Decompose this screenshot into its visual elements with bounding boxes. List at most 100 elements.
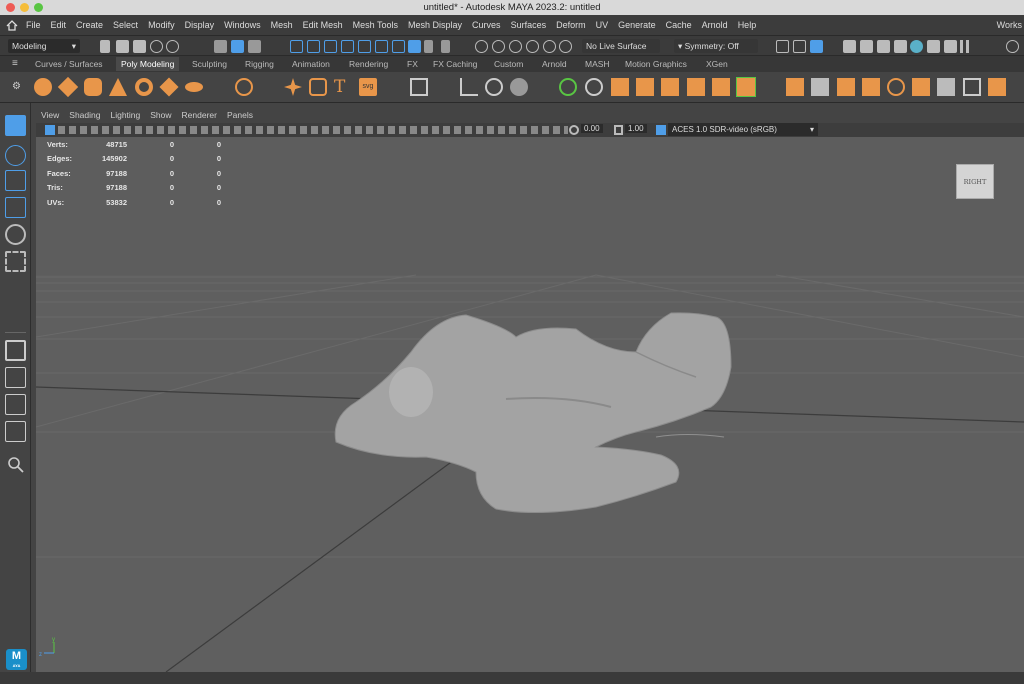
render-view-icon[interactable] xyxy=(776,40,789,53)
paint-select-icon[interactable] xyxy=(5,170,26,191)
gamma-field[interactable]: 0.00 xyxy=(581,124,603,133)
snap-surface-icon[interactable] xyxy=(358,40,371,53)
multi-cut-icon[interactable] xyxy=(862,78,880,96)
retopologize-icon[interactable] xyxy=(736,77,756,97)
tab-motion-graphics[interactable]: Motion Graphics xyxy=(625,59,687,69)
render-globe-icon[interactable] xyxy=(910,40,923,53)
type-tool-icon[interactable]: T xyxy=(334,78,352,96)
shelf-menu-icon[interactable]: ≡ xyxy=(12,58,18,69)
snap-curve-icon[interactable] xyxy=(307,40,320,53)
arnold-render-icon[interactable] xyxy=(927,40,940,53)
boolean-difference-icon[interactable] xyxy=(636,78,654,96)
help-line-icon[interactable] xyxy=(408,40,421,53)
snap-center-icon[interactable] xyxy=(392,40,405,53)
render-settings-icon[interactable] xyxy=(877,40,890,53)
new-scene-icon[interactable] xyxy=(100,40,110,53)
exposure-field[interactable]: 1.00 xyxy=(625,124,647,133)
poly-plane-icon[interactable] xyxy=(159,77,179,97)
platonic-solid-icon[interactable] xyxy=(235,78,253,96)
tab-fx-caching[interactable]: FX Caching xyxy=(433,59,477,69)
select-tool-icon[interactable] xyxy=(5,115,26,136)
tab-mash[interactable]: MASH xyxy=(585,59,610,69)
camera-attributes-icon[interactable] xyxy=(45,125,55,135)
menu-cache[interactable]: Cache xyxy=(661,20,697,30)
menu-windows[interactable]: Windows xyxy=(219,20,266,30)
magnet-icon[interactable] xyxy=(475,40,488,53)
snap-rotate-icon[interactable] xyxy=(543,40,556,53)
four-view-layout-icon[interactable] xyxy=(5,367,26,388)
poly-disc-icon[interactable] xyxy=(185,82,203,92)
menu-edit[interactable]: Edit xyxy=(46,20,72,30)
snap-edge-icon[interactable] xyxy=(375,40,388,53)
mirror-icon[interactable] xyxy=(585,78,603,96)
svg-tool-icon[interactable]: svg xyxy=(359,78,377,96)
color-space-selector[interactable]: ACES 1.0 SDR-video (sRGB) ▾ xyxy=(668,123,818,136)
menu-mesh-tools[interactable]: Mesh Tools xyxy=(348,20,403,30)
undo-icon[interactable] xyxy=(150,40,163,53)
history-icon[interactable] xyxy=(441,40,450,53)
view-cube[interactable]: RIGHT xyxy=(956,164,994,199)
lock-icon[interactable] xyxy=(424,40,433,53)
shelf-settings-icon[interactable]: ⚙ xyxy=(12,81,21,92)
tab-curves-surfaces[interactable]: Curves / Surfaces xyxy=(35,59,103,69)
extract-icon[interactable] xyxy=(559,78,577,96)
menu-help[interactable]: Help xyxy=(733,20,762,30)
workspace-label[interactable]: Works xyxy=(992,20,1024,30)
channel-box-icon[interactable] xyxy=(810,40,823,53)
menu-mesh-display[interactable]: Mesh Display xyxy=(403,20,467,30)
extrude-icon[interactable] xyxy=(786,78,804,96)
tab-poly-modeling[interactable]: Poly Modeling xyxy=(116,57,180,71)
pause-icon[interactable] xyxy=(960,40,969,53)
home-icon[interactable] xyxy=(6,19,18,31)
poly-cone-icon[interactable] xyxy=(109,78,127,96)
insert-edge-loop-icon[interactable] xyxy=(887,78,905,96)
select-hierarchy-icon[interactable] xyxy=(214,40,227,53)
save-scene-icon[interactable] xyxy=(133,40,146,53)
remesh-icon[interactable] xyxy=(712,78,730,96)
super-shape-icon[interactable] xyxy=(284,78,302,96)
menu-create[interactable]: Create xyxy=(71,20,108,30)
tab-animation[interactable]: Animation xyxy=(292,59,330,69)
panel-menu-shading[interactable]: Shading xyxy=(69,110,100,122)
snap-grid-icon[interactable] xyxy=(290,40,303,53)
bevel-icon[interactable] xyxy=(837,78,855,96)
menu-display[interactable]: Display xyxy=(180,20,220,30)
panel-menu-renderer[interactable]: Renderer xyxy=(182,110,217,122)
menu-modify[interactable]: Modify xyxy=(143,20,180,30)
snap-point-icon[interactable] xyxy=(324,40,337,53)
scale-tool-icon[interactable] xyxy=(5,251,26,272)
render-frame-icon[interactable] xyxy=(843,40,856,53)
menu-surfaces[interactable]: Surfaces xyxy=(506,20,552,30)
open-scene-icon[interactable] xyxy=(116,40,129,53)
gamma-icon[interactable] xyxy=(569,125,579,135)
tab-custom[interactable]: Custom xyxy=(494,59,523,69)
panel-menu-lighting[interactable]: Lighting xyxy=(110,110,140,122)
tab-arnold[interactable]: Arnold xyxy=(542,59,567,69)
smooth-icon[interactable] xyxy=(510,78,528,96)
user-account-icon[interactable] xyxy=(1006,40,1019,53)
tab-rendering[interactable]: Rendering xyxy=(349,59,388,69)
close-window-button[interactable] xyxy=(6,3,15,12)
viewport-3d[interactable]: y z Verts: 48715 0 0 Edges: 145902 0 0 Faces: 9… xyxy=(36,137,1024,672)
outliner-layout-icon[interactable] xyxy=(5,421,26,442)
bridge-icon[interactable] xyxy=(811,78,829,96)
ipr-render-icon[interactable] xyxy=(944,40,957,53)
menu-generate[interactable]: Generate xyxy=(613,20,661,30)
menu-file[interactable]: File xyxy=(21,20,46,30)
boolean-intersect-icon[interactable] xyxy=(661,78,679,96)
collapse-icon[interactable] xyxy=(963,78,981,96)
separate-icon[interactable] xyxy=(485,78,503,96)
redo-icon[interactable] xyxy=(166,40,179,53)
tab-sculpting[interactable]: Sculpting xyxy=(192,59,227,69)
exposure-icon[interactable] xyxy=(614,125,623,135)
two-view-layout-icon[interactable] xyxy=(5,394,26,415)
symmetry-selector[interactable]: ▾ Symmetry: Off xyxy=(674,39,758,53)
panel-menu-show[interactable]: Show xyxy=(150,110,171,122)
select-component-icon[interactable] xyxy=(248,40,261,53)
panel-menu-view[interactable]: View xyxy=(41,110,59,122)
color-management-icon[interactable] xyxy=(656,125,666,135)
poly-torus-icon[interactable] xyxy=(135,78,153,96)
render-sequence-icon[interactable] xyxy=(860,40,873,53)
hypershade-icon[interactable] xyxy=(894,40,907,53)
snap-align-icon[interactable] xyxy=(526,40,539,53)
